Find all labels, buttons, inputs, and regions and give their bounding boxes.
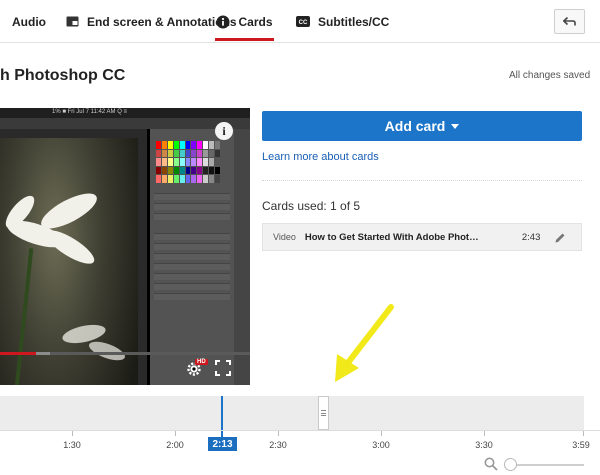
player-progress-played [0,352,36,355]
video-frame-menubar: 1% ■ Fri Jul 7 11:42 AM Q ≡ [0,108,250,118]
video-title: h Photoshop CC [0,67,126,84]
tab-audio-label: Audio [12,14,46,29]
zoom-slider-track[interactable] [508,464,584,466]
back-arrow-icon [562,13,576,31]
end-screen-icon [66,16,79,27]
dropdown-caret-icon [451,123,460,129]
tab-subtitles-label: Subtitles/CC [318,14,390,29]
add-card-label: Add card [384,118,446,134]
card-teaser-info-icon[interactable]: i [215,122,233,140]
card-list-item[interactable]: Video How to Get Started With Adobe Phot… [262,223,582,251]
timeline-tick-label: 2:00 [166,440,184,450]
video-frame-side-panel [150,129,234,385]
yellow-pointer-arrow-icon [335,304,394,382]
video-frame-toolbar [234,129,250,385]
playhead-time-label: 2:13 [208,437,237,451]
tab-cards[interactable]: Cards [215,0,274,43]
cards-used-count: Cards used: 1 of 5 [262,199,361,213]
timeline-tick-label: 1:30 [63,440,81,450]
save-status: All changes saved [509,70,591,81]
timeline-tick-label: 3:00 [372,440,390,450]
hd-badge: HD [195,359,208,365]
video-frame-tabstrip [0,118,250,129]
back-button[interactable] [554,9,585,34]
edit-pencil-icon[interactable] [554,231,566,243]
svg-text:CC: CC [299,20,308,26]
drag-handle-icon [321,410,326,416]
card-title: How to Get Started With Adobe Photoshop … [304,231,483,243]
timeline-ruler [0,430,600,431]
timeline-tick-label: 3:59 [572,440,590,450]
video-frame-swatches [156,141,220,183]
info-icon [216,15,230,29]
card-timeline-marker[interactable] [318,396,329,430]
player-progress-buffered [36,352,50,355]
zoom-slider-handle[interactable] [504,458,517,471]
tab-cards-label: Cards [238,14,273,29]
tab-end-screen-annotations[interactable]: End screen & Annotations [66,0,237,43]
add-card-button[interactable]: Add card [262,111,582,141]
zoom-magnifier-icon [484,457,498,471]
tab-audio[interactable]: Audio [12,0,46,43]
active-tab-indicator [215,38,274,41]
timeline-track[interactable] [0,396,584,430]
section-divider [262,180,582,181]
card-type: Video [273,232,296,242]
card-time: 2:43 [521,231,541,243]
fullscreen-icon[interactable] [215,360,231,376]
tab-subtitles-cc[interactable]: CC Subtitles/CC [296,0,389,43]
timeline-tick-label: 2:30 [269,440,287,450]
editor-tab-bar: Audio End screen & Annotations Cards CC … [0,0,600,43]
timeline-tick-label: 3:30 [475,440,493,450]
video-frame-photo [0,138,138,385]
video-player[interactable]: 1% ■ Fri Jul 7 11:42 AM Q ≡ i HD [0,108,250,385]
video-frame-menubar-text: 1% ■ Fri Jul 7 11:42 AM Q ≡ [52,109,128,115]
learn-more-about-cards-link[interactable]: Learn more about cards [262,151,379,163]
cc-icon: CC [296,16,310,27]
